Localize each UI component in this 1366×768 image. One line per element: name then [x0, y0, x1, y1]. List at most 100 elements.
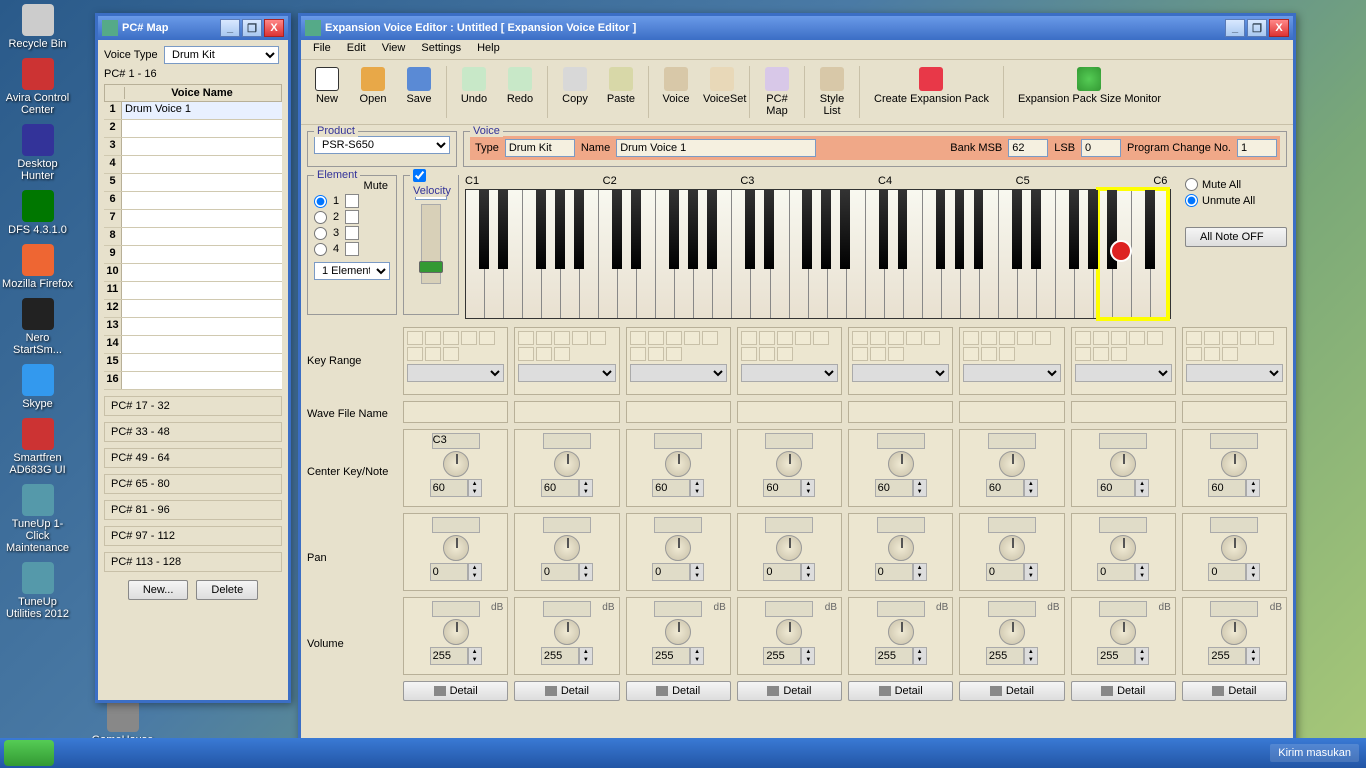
detail-button[interactable]: Detail [1071, 681, 1176, 701]
minimize-button[interactable]: _ [1225, 19, 1245, 37]
kr-cell[interactable] [999, 331, 1015, 345]
volume-value[interactable] [988, 601, 1036, 617]
black-key[interactable] [631, 190, 641, 269]
key-range-select[interactable] [518, 364, 615, 382]
stop-icon[interactable] [1110, 240, 1132, 262]
pc-row[interactable]: 12 [104, 300, 282, 318]
center-key-value[interactable] [1099, 433, 1147, 449]
volume-value[interactable] [654, 601, 702, 617]
center-key-spin[interactable] [1097, 479, 1135, 497]
black-key[interactable] [840, 190, 850, 269]
kr-cell[interactable] [1147, 331, 1163, 345]
detail-button[interactable]: Detail [848, 681, 953, 701]
spinner-arrows[interactable]: ▲▼ [579, 479, 593, 497]
spinner-arrows[interactable]: ▲▼ [1246, 647, 1260, 665]
kr-cell[interactable] [443, 331, 459, 345]
black-key[interactable] [898, 190, 908, 269]
pc-row[interactable]: 9 [104, 246, 282, 264]
kr-cell[interactable] [479, 331, 495, 345]
pan-knob[interactable] [888, 535, 914, 561]
pan-spin[interactable] [875, 563, 913, 581]
black-key[interactable] [802, 190, 812, 269]
spinner-arrows[interactable]: ▲▼ [913, 563, 927, 581]
black-key[interactable] [764, 190, 774, 269]
pan-knob[interactable] [1110, 535, 1136, 561]
spinner-arrows[interactable]: ▲▼ [913, 479, 927, 497]
toolbar-copy[interactable]: Copy [553, 64, 597, 120]
kr-cell[interactable] [425, 347, 441, 361]
black-key[interactable] [1145, 190, 1155, 269]
kr-cell[interactable] [554, 331, 570, 345]
kr-cell[interactable] [666, 347, 682, 361]
kr-cell[interactable] [741, 331, 757, 345]
pan-knob[interactable] [665, 535, 691, 561]
center-key-value[interactable] [988, 433, 1036, 449]
pan-spin[interactable] [1208, 563, 1246, 581]
center-key-knob[interactable] [554, 451, 580, 477]
kr-cell[interactable] [795, 331, 811, 345]
pc-row[interactable]: 4 [104, 156, 282, 174]
volume-value[interactable] [543, 601, 591, 617]
wave-file-box[interactable] [737, 401, 842, 423]
kr-cell[interactable] [666, 331, 682, 345]
kr-cell[interactable] [741, 347, 757, 361]
mute-checkbox[interactable] [345, 242, 359, 256]
kr-cell[interactable] [1186, 347, 1202, 361]
kr-cell[interactable] [906, 331, 922, 345]
pan-knob[interactable] [1221, 535, 1247, 561]
pan-knob[interactable] [443, 535, 469, 561]
toolbar-voice[interactable]: Voice [654, 64, 698, 120]
pan-spin[interactable] [541, 563, 579, 581]
desktop-icon[interactable]: Recycle Bin [0, 0, 75, 54]
kr-cell[interactable] [518, 347, 534, 361]
pan-spin[interactable] [986, 563, 1024, 581]
black-key[interactable] [574, 190, 584, 269]
pan-spin[interactable] [652, 563, 690, 581]
toolbar-mon[interactable]: Expansion Pack Size Monitor [1009, 64, 1170, 120]
center-key-spin[interactable] [1208, 479, 1246, 497]
center-key-knob[interactable] [1221, 451, 1247, 477]
spinner-arrows[interactable]: ▲▼ [1135, 647, 1149, 665]
pc-group[interactable]: PC# 65 - 80 [104, 474, 282, 494]
spinner-arrows[interactable]: ▲▼ [801, 479, 815, 497]
toolbar-sl[interactable]: Style List [810, 64, 854, 120]
key-range-select[interactable] [852, 364, 949, 382]
pc-row[interactable]: 3 [104, 138, 282, 156]
spinner-arrows[interactable]: ▲▼ [579, 647, 593, 665]
wave-file-box[interactable] [626, 401, 731, 423]
volume-spin[interactable] [541, 647, 579, 665]
volume-value[interactable] [765, 601, 813, 617]
center-key-spin[interactable] [763, 479, 801, 497]
volume-value[interactable] [877, 601, 925, 617]
volume-knob[interactable] [443, 619, 469, 645]
desktop-icon[interactable]: Skype [0, 360, 75, 414]
toolbar-new[interactable]: New [305, 64, 349, 120]
kr-cell[interactable] [963, 331, 979, 345]
kr-cell[interactable] [1204, 347, 1220, 361]
black-key[interactable] [1088, 190, 1098, 269]
volume-knob[interactable] [554, 619, 580, 645]
kr-cell[interactable] [1129, 331, 1145, 345]
kr-cell[interactable] [1035, 331, 1051, 345]
menu-item[interactable]: View [374, 40, 414, 59]
toolbar-vs[interactable]: VoiceSet [700, 64, 744, 120]
element-radio[interactable] [314, 211, 327, 224]
kr-cell[interactable] [981, 347, 997, 361]
kr-cell[interactable] [1111, 347, 1127, 361]
pcmap-titlebar[interactable]: PC# Map _ ❐ X [98, 16, 288, 40]
pc-row[interactable]: 1Drum Voice 1 [104, 102, 282, 120]
pan-spin[interactable] [430, 563, 468, 581]
black-key[interactable] [498, 190, 508, 269]
mute-checkbox[interactable] [345, 194, 359, 208]
feedback-button[interactable]: Kirim masukan [1270, 744, 1359, 762]
kr-cell[interactable] [759, 331, 775, 345]
kr-cell[interactable] [630, 347, 646, 361]
volume-spin[interactable] [652, 647, 690, 665]
unmute-all-radio[interactable] [1185, 194, 1198, 207]
wave-file-box[interactable] [848, 401, 953, 423]
pc-row[interactable]: 15 [104, 354, 282, 372]
key-range-select[interactable] [741, 364, 838, 382]
pan-knob[interactable] [999, 535, 1025, 561]
spinner-arrows[interactable]: ▲▼ [468, 647, 482, 665]
kr-cell[interactable] [1017, 331, 1033, 345]
